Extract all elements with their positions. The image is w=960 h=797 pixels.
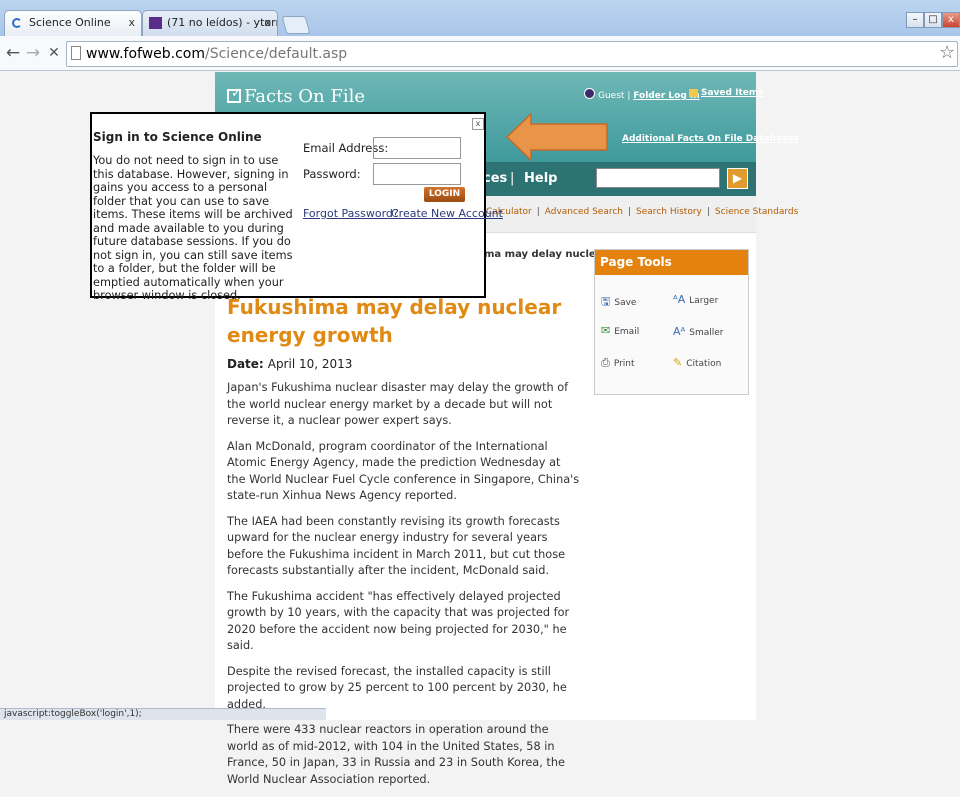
back-button[interactable]: ← [3,42,23,64]
login-button[interactable]: LOGIN [424,187,465,202]
user-icon [584,88,595,99]
orange-arrow-icon [505,112,608,162]
tab-close-button[interactable]: x [128,11,135,35]
forgot-password-link[interactable]: Forgot Password? [303,207,399,220]
article-paragraph: The IAEA had been constantly revising it… [227,514,566,578]
close-icon[interactable]: x [472,118,484,130]
bookmark-star-icon[interactable]: ☆ [939,42,955,63]
smaller-text-icon: Aᴬ [673,325,686,338]
breadcrumb: ma may delay nuclear [484,249,608,260]
tab-close-button[interactable]: x [264,11,271,35]
url-text: www.fofweb.com/Science/default.asp [86,46,347,62]
email-icon: ✉ [601,324,611,337]
citation-tool[interactable]: ✎ Citation [673,356,721,369]
date-label: Date: [227,357,264,371]
print-tool[interactable]: ⎙ Print [601,356,635,370]
minimize-button[interactable]: – [906,12,924,28]
close-window-button[interactable]: x [942,12,960,28]
tab-label: Science Online [29,16,111,29]
article-date: Date: April 10, 2013 [227,357,352,371]
folder-icon [689,89,698,97]
article-paragraph: There were 433 nuclear reactors in opera… [227,723,565,786]
article-paragraph: Japan's Fukushima nuclear disaster may d… [227,381,569,427]
article-paragraph: Alan McDonald, program coordinator of th… [227,439,580,503]
mail-icon [149,17,162,29]
larger-text-tool[interactable]: ᴬA Larger [673,293,718,306]
email-field[interactable] [373,137,461,159]
password-field[interactable] [373,163,461,185]
email-label: Email [614,327,640,337]
tab-label: (71 no leídos) - ytorres320 [167,16,278,29]
saved-items-link[interactable]: Saved Items [701,88,764,98]
search-history-link[interactable]: Search History [636,207,702,217]
print-label: Print [613,359,635,369]
advanced-search-link[interactable]: Advanced Search [545,207,623,217]
save-tool[interactable]: 🖫 Save [601,293,636,312]
separator: | [627,91,631,101]
save-label: Save [614,298,637,308]
dialog-description: You do not need to sign in to use this d… [93,154,293,302]
separator: | [706,207,710,217]
citation-icon: ✎ [673,356,683,369]
separator: | [536,207,540,217]
nav-item-help[interactable]: Help [524,171,557,186]
site-logo[interactable]: ✓ Facts On File [227,86,365,107]
page-icon [71,46,81,60]
print-icon: ⎙ [601,356,610,369]
user-links: Guest | Folder Log In [584,88,700,101]
page-tools-title: Page Tools [595,250,748,275]
guest-label: Guest [598,91,625,101]
url-path: /Science/default.asp [205,46,348,62]
smaller-text-tool[interactable]: Aᴬ Smaller [673,325,724,338]
status-bar: javascript:toggleBox('login',1); [0,708,326,720]
url-host: www.fofweb.com [86,46,205,62]
logo-check-icon: ✓ [227,86,242,103]
create-account-link[interactable]: Create New Account [391,207,503,220]
dialog-title: Sign in to Science Online [93,130,262,144]
additional-databases-link[interactable]: Additional Facts On File Databases [622,134,799,144]
search-input[interactable] [596,168,720,188]
larger-text-icon: ᴬA [673,293,686,306]
forward-button[interactable]: → [23,42,43,64]
tab-mail[interactable]: (71 no leídos) - ytorres320 x [142,10,278,36]
article-body: Japan's Fukushima nuclear disaster may d… [227,380,581,797]
new-tab-button[interactable] [281,16,311,34]
smaller-label: Smaller [689,328,724,338]
article-paragraph: The Fukushima accident "has effectively … [227,589,570,653]
nav-item-resources[interactable]: ces [483,171,507,186]
date-value: April 10, 2013 [267,357,353,371]
email-tool[interactable]: ✉ Email [601,324,639,337]
save-icon: 🖫 [601,295,611,308]
maximize-button[interactable]: □ [924,12,942,28]
password-label: Password: [303,167,361,181]
tab-science-online[interactable]: Science Online x [4,10,142,36]
article-paragraph: Despite the revised forecast, the instal… [227,664,567,711]
nav-separator: | [510,171,515,186]
larger-label: Larger [689,296,719,306]
science-standards-link[interactable]: Science Standards [715,207,798,217]
separator: | [628,207,632,217]
citation-label: Citation [686,359,722,369]
tools-links: Calculator | Advanced Search | Search Histor… [486,207,798,217]
search-go-button[interactable]: ▶ [727,168,748,189]
loading-icon [12,18,22,28]
stop-button[interactable]: ✕ [44,42,64,64]
logo-text: Facts On File [244,86,365,107]
